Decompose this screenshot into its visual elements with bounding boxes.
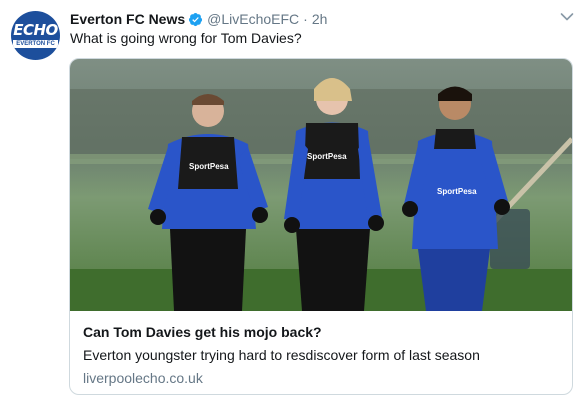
- card-title[interactable]: Can Tom Davies get his mojo back?: [83, 323, 562, 341]
- verified-badge-icon: [189, 12, 203, 26]
- card-description: Everton youngster trying hard to resdisc…: [83, 347, 480, 363]
- chevron-down-icon[interactable]: [560, 12, 574, 22]
- card-photo[interactable]: SportPesa SportPesa SportPesa: [70, 59, 572, 311]
- tweet-timestamp[interactable]: 2h: [312, 11, 328, 27]
- sponsor-label-right: SportPesa: [437, 187, 477, 196]
- link-card[interactable]: SportPesa SportPesa SportPesa Can Tom Da…: [69, 58, 573, 395]
- card-body: Can Tom Davies get his mojo back? Everto…: [83, 313, 562, 387]
- author-name[interactable]: Everton FC News: [70, 11, 185, 27]
- avatar-logo-subtext: EVERTON FC: [13, 40, 58, 48]
- tweet[interactable]: ECHO EVERTON FC Everton FC News @LivEcho…: [0, 0, 584, 402]
- card-domain[interactable]: liverpoolecho.co.uk: [83, 369, 562, 387]
- tweet-header: Everton FC News @LivEchoEFC · 2h: [70, 9, 554, 29]
- tweet-text: What is going wrong for Tom Davies?: [70, 30, 302, 46]
- avatar[interactable]: ECHO EVERTON FC: [11, 11, 60, 60]
- separator-dot: ·: [303, 11, 308, 27]
- sponsor-label-middle: SportPesa: [307, 152, 347, 161]
- avatar-logo-text: ECHO: [13, 21, 58, 39]
- sponsor-label-left: SportPesa: [189, 162, 229, 171]
- author-handle[interactable]: @LivEchoEFC: [207, 11, 299, 27]
